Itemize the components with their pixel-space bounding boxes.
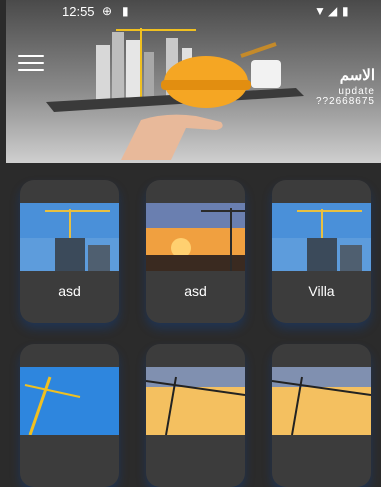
hero-illustration bbox=[46, 28, 304, 160]
category-label: asd bbox=[58, 283, 81, 299]
category-image bbox=[146, 367, 245, 435]
status-time: 12:55 bbox=[62, 4, 95, 19]
category-label: asd bbox=[184, 283, 207, 299]
category-card[interactable]: asd bbox=[146, 180, 245, 323]
category-label: Villa bbox=[308, 283, 335, 299]
signal-icon: ◢ bbox=[328, 4, 338, 18]
profile-phone: ??2668675 bbox=[315, 96, 375, 107]
hamburger-menu-icon[interactable] bbox=[18, 55, 44, 71]
category-card[interactable] bbox=[146, 344, 245, 487]
category-card[interactable] bbox=[20, 344, 119, 487]
category-image bbox=[20, 203, 119, 271]
category-grid: asd asd Villa bbox=[0, 163, 381, 487]
profile-name: الاسم bbox=[339, 67, 375, 84]
category-card[interactable]: asd bbox=[20, 180, 119, 323]
wifi-icon: ▼ bbox=[314, 4, 326, 18]
sim-card-icon: ▮ bbox=[122, 4, 129, 18]
category-image bbox=[20, 367, 119, 435]
cast-icon: ⊕ bbox=[102, 4, 113, 18]
header-banner: 12:55 ⊕ ▮ ▼ ◢ ▮ الاسم update ??2668675 bbox=[6, 0, 381, 163]
category-image bbox=[272, 367, 371, 435]
category-card[interactable] bbox=[272, 344, 371, 487]
category-image bbox=[146, 203, 245, 271]
battery-icon: ▮ bbox=[342, 4, 349, 18]
category-image bbox=[272, 203, 371, 271]
category-card[interactable]: Villa bbox=[272, 180, 371, 323]
